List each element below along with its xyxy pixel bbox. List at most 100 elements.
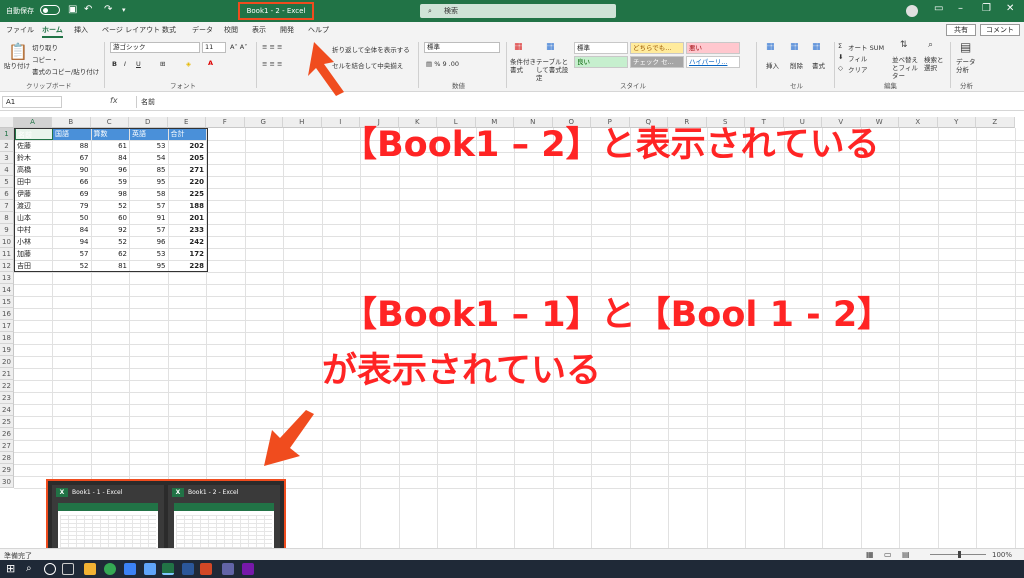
zoom-level[interactable]: 100% <box>992 551 1012 559</box>
autosum-button[interactable]: オート SUM <box>848 42 884 52</box>
font-grow-icon[interactable]: A˄ A˅ <box>230 43 247 51</box>
italic-icon[interactable]: I <box>124 60 126 68</box>
font-color-icon[interactable]: A <box>208 59 213 67</box>
powerpoint-icon[interactable] <box>200 563 212 575</box>
cortana-icon[interactable] <box>44 563 56 575</box>
tab-view[interactable]: 表示 <box>252 25 266 35</box>
align-left-icon[interactable]: ≡ ≡ ≡ <box>262 60 282 68</box>
bold-icon[interactable]: B <box>112 60 117 68</box>
row-header-5[interactable]: 5 <box>0 176 14 188</box>
row-header-7[interactable]: 7 <box>0 200 14 212</box>
fill-color-icon[interactable]: ◈ <box>186 60 191 68</box>
row-header-1[interactable]: 1 <box>0 128 14 140</box>
save-icon[interactable]: ▣ <box>68 4 77 15</box>
row-header-14[interactable]: 14 <box>0 284 14 296</box>
row-header-10[interactable]: 10 <box>0 236 14 248</box>
row-header-3[interactable]: 3 <box>0 152 14 164</box>
redo-icon[interactable]: ↷ <box>104 4 112 15</box>
row-header-19[interactable]: 19 <box>0 344 14 356</box>
row-header-29[interactable]: 29 <box>0 464 14 476</box>
mail-icon[interactable] <box>144 563 156 575</box>
tab-developer[interactable]: 開発 <box>280 25 294 35</box>
row-header-8[interactable]: 8 <box>0 212 14 224</box>
column-header-x[interactable]: X <box>899 117 938 128</box>
name-box[interactable]: A1 <box>2 96 62 108</box>
align-top-icon[interactable]: ≡ ≡ ≡ <box>262 43 282 51</box>
find-select-button[interactable]: 検索と選択 <box>924 56 946 72</box>
windows-start-icon[interactable]: ⊞ <box>6 563 18 575</box>
data-analysis-button[interactable]: データ分析 <box>956 58 978 74</box>
store-icon[interactable] <box>124 563 136 575</box>
format-painter-button[interactable]: 書式のコピー/貼り付け <box>32 66 99 76</box>
paste-icon[interactable]: 📋 <box>8 42 28 61</box>
row-header-23[interactable]: 23 <box>0 392 14 404</box>
qat-customize-icon[interactable]: ▾ <box>122 6 126 14</box>
tab-formulas[interactable]: 数式 <box>162 25 176 35</box>
column-header-h[interactable]: H <box>283 117 322 128</box>
row-header-28[interactable]: 28 <box>0 452 14 464</box>
row-header-13[interactable]: 13 <box>0 272 14 284</box>
restore-icon[interactable]: ❐ <box>982 3 991 14</box>
row-header-27[interactable]: 27 <box>0 440 14 452</box>
excel-taskbar-icon[interactable] <box>162 563 174 575</box>
column-header-d[interactable]: D <box>129 117 168 128</box>
style-neutral[interactable]: どちらでも... <box>630 42 684 54</box>
row-header-11[interactable]: 11 <box>0 248 14 260</box>
number-format-icons[interactable]: ▤ % 9 .00 <box>426 60 459 68</box>
format-as-table-button[interactable]: テーブルとして書式設定 <box>536 58 572 82</box>
select-all-corner[interactable] <box>0 117 14 128</box>
fx-icon[interactable]: fx <box>110 96 118 105</box>
autosave-toggle[interactable] <box>40 5 60 15</box>
row-header-6[interactable]: 6 <box>0 188 14 200</box>
row-header-26[interactable]: 26 <box>0 428 14 440</box>
tab-data[interactable]: データ <box>192 25 213 35</box>
ribbon-display-icon[interactable]: ▭ <box>934 3 943 14</box>
row-header-15[interactable]: 15 <box>0 296 14 308</box>
row-header-2[interactable]: 2 <box>0 140 14 152</box>
page-break-view-icon[interactable]: ▤ <box>902 550 910 559</box>
row-header-25[interactable]: 25 <box>0 416 14 428</box>
minimize-icon[interactable]: – <box>958 3 963 14</box>
user-avatar[interactable] <box>906 5 918 17</box>
clear-button[interactable]: クリア <box>848 64 868 74</box>
tab-help[interactable]: ヘルプ <box>308 25 329 35</box>
cut-button[interactable]: 切り取り <box>32 42 58 52</box>
row-header-20[interactable]: 20 <box>0 356 14 368</box>
row-header-24[interactable]: 24 <box>0 404 14 416</box>
row-header-17[interactable]: 17 <box>0 320 14 332</box>
tab-file[interactable]: ファイル <box>6 25 34 35</box>
column-header-e[interactable]: E <box>167 117 206 128</box>
row-header-9[interactable]: 9 <box>0 224 14 236</box>
column-header-a[interactable]: A <box>14 117 52 128</box>
tab-page-layout[interactable]: ページ レイアウト <box>102 25 160 35</box>
format-cells-button[interactable]: 書式 <box>812 60 825 70</box>
column-header-g[interactable]: G <box>244 117 283 128</box>
copy-button[interactable]: コピー・ <box>32 54 58 64</box>
borders-icon[interactable]: ⊞ <box>160 60 165 68</box>
row-header-22[interactable]: 22 <box>0 380 14 392</box>
row-header-16[interactable]: 16 <box>0 308 14 320</box>
page-layout-view-icon[interactable]: ▭ <box>884 550 892 559</box>
column-header-f[interactable]: F <box>206 117 245 128</box>
tab-home[interactable]: ホーム <box>42 25 63 38</box>
row-header-4[interactable]: 4 <box>0 164 14 176</box>
fill-button[interactable]: フィル <box>848 53 867 63</box>
style-good[interactable]: 良い <box>574 56 628 68</box>
paste-button[interactable]: 貼り付け <box>4 60 30 70</box>
column-header-z[interactable]: Z <box>976 117 1015 128</box>
column-header-c[interactable]: C <box>90 117 129 128</box>
style-check-cell[interactable]: チェック セ... <box>630 56 684 68</box>
sort-filter-button[interactable]: 並べ替えとフィルター <box>892 56 920 80</box>
word-icon[interactable] <box>182 563 194 575</box>
style-bad[interactable]: 悪い <box>686 42 740 54</box>
underline-icon[interactable]: U <box>136 60 141 68</box>
number-format-select[interactable]: 標準 <box>424 42 500 53</box>
conditional-format-button[interactable]: 条件付き書式 <box>510 58 536 74</box>
formula-input[interactable]: 名前 <box>136 96 1020 108</box>
comment-button[interactable]: コメント <box>980 24 1020 36</box>
delete-cells-button[interactable]: 削除 <box>790 60 803 70</box>
file-explorer-icon[interactable] <box>84 563 96 575</box>
row-header-30[interactable]: 30 <box>0 476 14 488</box>
onenote-icon[interactable] <box>242 563 254 575</box>
teams-icon[interactable] <box>222 563 234 575</box>
